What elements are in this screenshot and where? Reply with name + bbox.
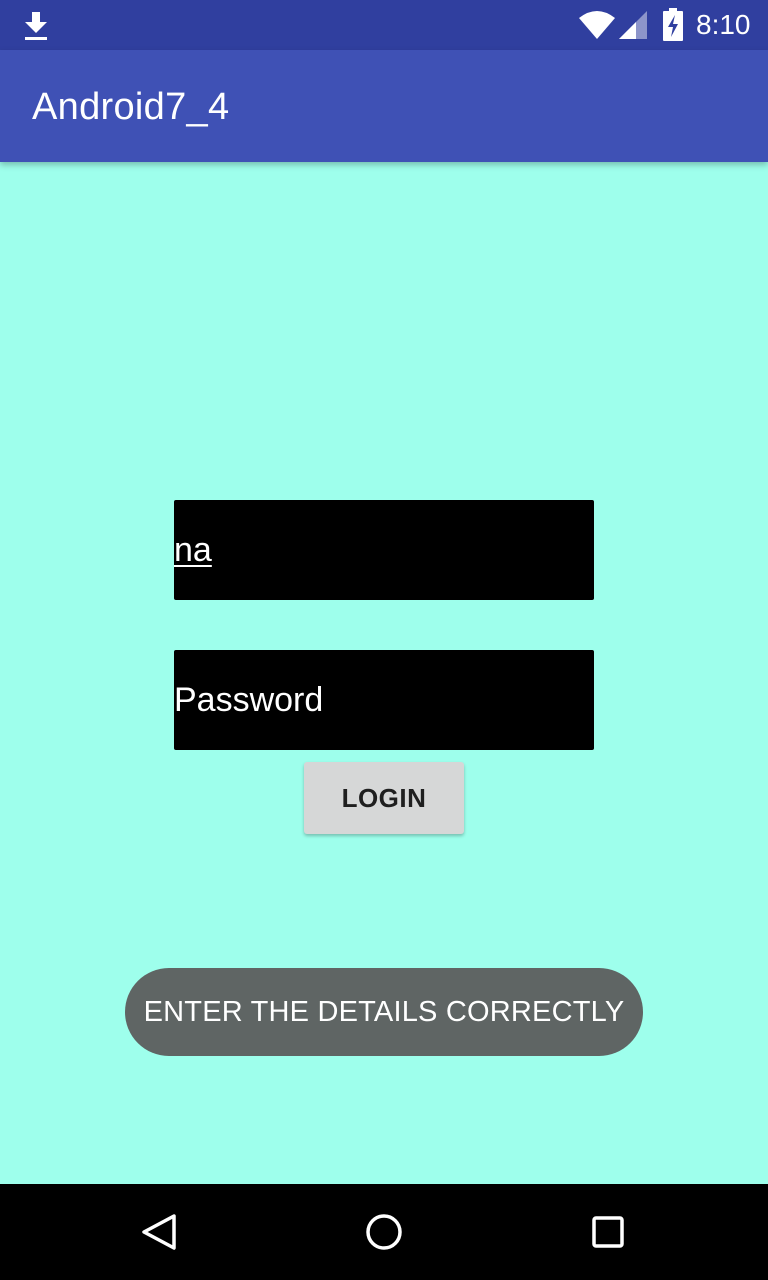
status-time: 8:10 (696, 9, 751, 40)
app-bar: Android7_4 (0, 50, 768, 162)
back-icon[interactable] (140, 1212, 180, 1252)
login-button[interactable]: LOGIN (304, 762, 464, 834)
recents-icon[interactable] (588, 1212, 628, 1252)
password-field[interactable]: Password (174, 650, 594, 750)
toast-message: ENTER THE DETAILS CORRECTLY (125, 968, 643, 1056)
username-field[interactable]: na (174, 500, 594, 600)
password-placeholder: Password (174, 681, 324, 719)
status-bar: 8:10 (0, 0, 768, 50)
home-icon[interactable] (364, 1212, 404, 1252)
battery-charging-icon (663, 8, 683, 41)
signal-icon (619, 11, 647, 39)
navigation-bar (0, 1184, 768, 1280)
app-title: Android7_4 (32, 86, 230, 128)
wifi-icon (579, 11, 615, 39)
download-icon (25, 12, 47, 40)
username-value: na (174, 531, 212, 569)
